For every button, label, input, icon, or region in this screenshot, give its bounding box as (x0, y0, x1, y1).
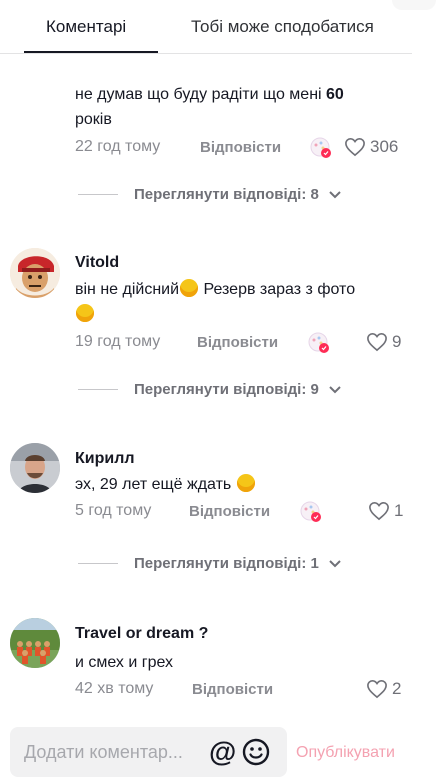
like-button[interactable]: 9 (366, 332, 401, 352)
sweat-smile-emoji-icon (236, 474, 255, 492)
comment-time: 19 год тому (75, 333, 161, 350)
creator-liked-badge (308, 332, 329, 353)
grin-emoji-icon (76, 304, 94, 322)
avatar[interactable] (10, 248, 60, 298)
view-replies-label: Переглянути відповіді: 1 (134, 555, 319, 572)
comment-input-container: @ (10, 727, 287, 777)
divider-line (78, 389, 118, 390)
reply-button[interactable]: Відповісти (189, 503, 270, 520)
comment-time: 5 год тому (75, 502, 152, 519)
comment-text: эх, 29 лет ещё ждать (75, 472, 405, 497)
comment-text: и смех и грех (75, 654, 174, 671)
creator-liked-badge (300, 501, 321, 522)
comment-input-bar: @ Опублікувати (0, 720, 436, 778)
grin-emoji-icon (180, 279, 199, 297)
publish-button[interactable]: Опублікувати (296, 744, 395, 762)
comment-username[interactable]: Кирилл (75, 450, 135, 468)
avatar[interactable] (10, 443, 60, 493)
comment-input[interactable] (24, 727, 200, 777)
like-button[interactable]: 2 (366, 679, 401, 699)
avatar-image (10, 443, 60, 493)
avatar-image (10, 618, 60, 668)
comment-time: 42 хв тому (75, 680, 154, 697)
like-button[interactable]: 1 (368, 501, 403, 521)
reply-button[interactable]: Відповісти (197, 334, 278, 351)
reply-button[interactable]: Відповісти (192, 681, 273, 698)
like-count: 9 (392, 332, 402, 351)
active-tab-indicator (24, 51, 158, 53)
divider-line (78, 194, 118, 195)
smile-icon[interactable] (242, 738, 270, 766)
comment-username[interactable]: Vitold (75, 254, 119, 272)
view-replies-button[interactable]: Переглянути відповіді: 8 (78, 186, 341, 203)
heart-outline-icon (345, 137, 365, 157)
like-button[interactable]: 306 (344, 137, 398, 157)
view-replies-button[interactable]: Переглянути відповіді: 1 (78, 555, 341, 572)
comment-username[interactable]: Travel or dream ? (75, 625, 208, 643)
heart-outline-icon (367, 679, 387, 699)
like-count: 2 (392, 679, 402, 698)
at-icon[interactable]: @ (209, 735, 236, 769)
view-replies-label: Переглянути відповіді: 9 (134, 381, 319, 398)
heart-outline-icon (369, 501, 389, 521)
avatar[interactable] (10, 618, 60, 668)
comment-time: 22 год тому (75, 138, 161, 155)
tab-suggested[interactable]: Тобі може сподобатися (191, 17, 374, 37)
heart-outline-icon (367, 332, 387, 352)
reply-button[interactable]: Відповісти (200, 139, 281, 156)
like-count: 1 (394, 501, 404, 520)
comment-text: він не дійсний Резерв зараз з фото (75, 277, 405, 327)
tabs-fade (392, 0, 436, 10)
avatar-image (10, 248, 60, 298)
chevron-down-icon (329, 559, 341, 567)
view-replies-button[interactable]: Переглянути відповіді: 9 (78, 381, 341, 398)
comment-text: не думав що буду радіти що мені 60 років (75, 86, 344, 128)
tabs-bar: Коментарі Тобі може сподобатися (0, 0, 436, 54)
divider-line (78, 563, 118, 564)
comments-panel: Коментарі Тобі може сподобатися не думав… (0, 0, 436, 778)
tab-comments[interactable]: Коментарі (46, 17, 126, 37)
creator-liked-badge (310, 137, 331, 158)
like-count: 306 (370, 137, 399, 156)
view-replies-label: Переглянути відповіді: 8 (134, 186, 319, 203)
chevron-down-icon (329, 385, 341, 393)
chevron-down-icon (329, 190, 341, 198)
